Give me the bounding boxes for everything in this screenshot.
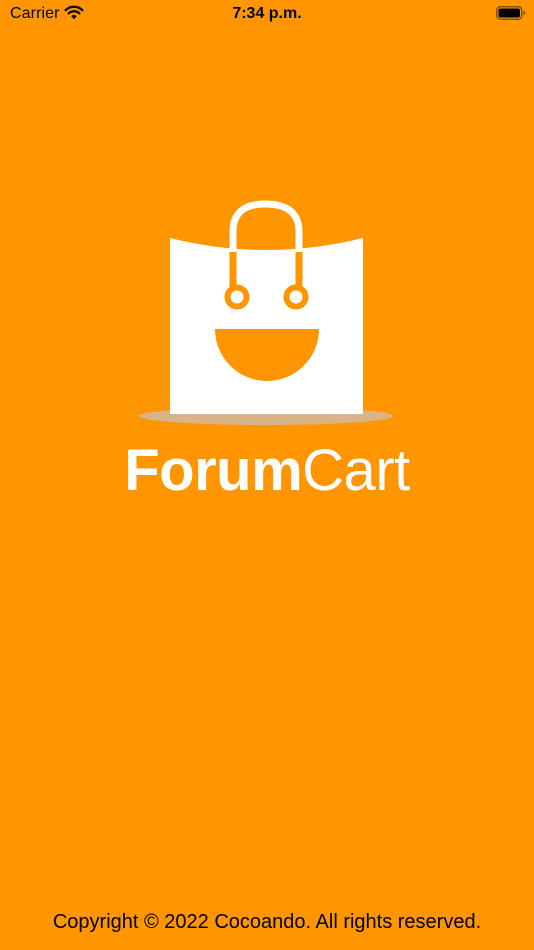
smiling-shopping-bag-icon (139, 200, 393, 425)
clock: 7:34 p.m. (232, 5, 302, 22)
status-bar: Carrier 7:34 p.m. (0, 0, 534, 28)
brand-name-bold: Forum (124, 438, 303, 503)
copyright-notice: Copyright © 2022 Cocoando. All rights re… (52, 911, 482, 933)
battery-icon (496, 6, 526, 20)
brand-name-light: Cart (302, 438, 410, 503)
brand-wordmark: ForumCart (0, 436, 534, 506)
